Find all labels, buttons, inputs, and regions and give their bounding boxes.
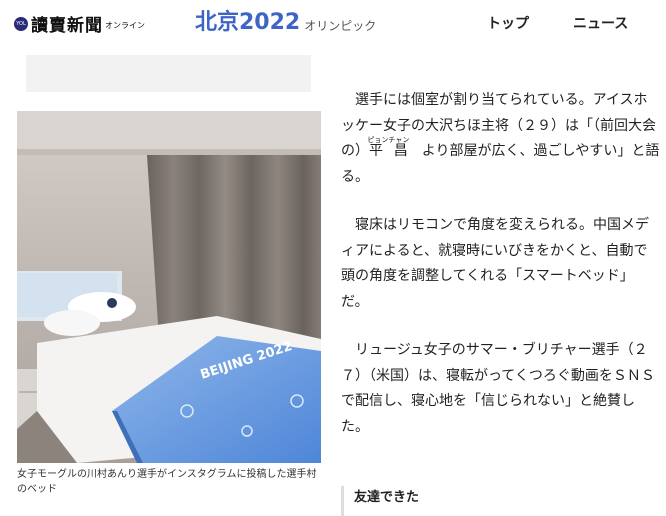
yomiuri-logo[interactable]: YOL 讀賣新聞 オンライン [14,11,145,36]
site-header: YOL 讀賣新聞 オンライン 北京2022 オリンピック トップ ニュース [0,0,666,48]
related-heading[interactable]: 友達できた [341,486,666,516]
logo-name: 讀賣新聞 [31,16,103,36]
logo-sub: オンライン [105,21,145,30]
bed-photo-illustration: BEIJING 2022 [17,111,321,463]
bed-photo: BEIJING 2022 [17,111,321,463]
brand-sub: オリンピック [304,19,377,33]
article-body: 選手には個室が割り当てられている。アイスホッケー女子の大沢ちほ主将（２９）は「（… [341,88,661,463]
article-paragraph-3: リュージュ女子のサマー・ブリチャー選手（２７）（米国）は、寝転がってくつろぐ動画… [341,342,655,435]
article-paragraph-1: 選手には個室が割り当てられている。アイスホッケー女子の大沢ちほ主将（２９）は「（… [341,92,660,185]
photo-caption: 女子モーグルの川村あんり選手がインスタグラムに投稿した選手村のベッド [17,469,317,495]
beijing-2022-brand[interactable]: 北京2022 オリンピック [195,10,376,36]
ruby-pyeongchang: 平 昌ピョンチャン [367,136,410,159]
nav-top[interactable]: トップ [487,13,529,33]
article-paragraph-2: 寝床はリモコンで角度を変えられる。中国メディアによると、就寝時にいびきをかくと、… [341,217,649,310]
nav-news[interactable]: ニュース [573,13,628,33]
ad-placeholder [26,55,311,92]
brand-main: 北京2022 [195,10,301,35]
logo-mark-icon: YOL [14,16,28,31]
